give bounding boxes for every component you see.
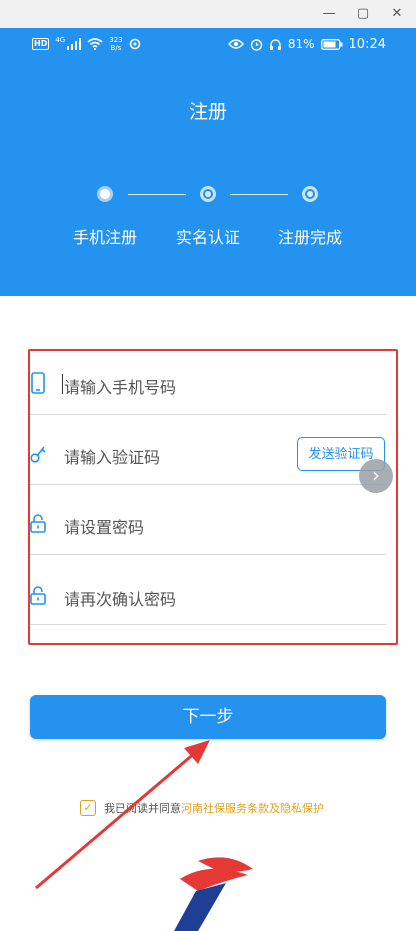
app-logo <box>174 857 253 931</box>
annotation-arrow <box>35 740 210 890</box>
